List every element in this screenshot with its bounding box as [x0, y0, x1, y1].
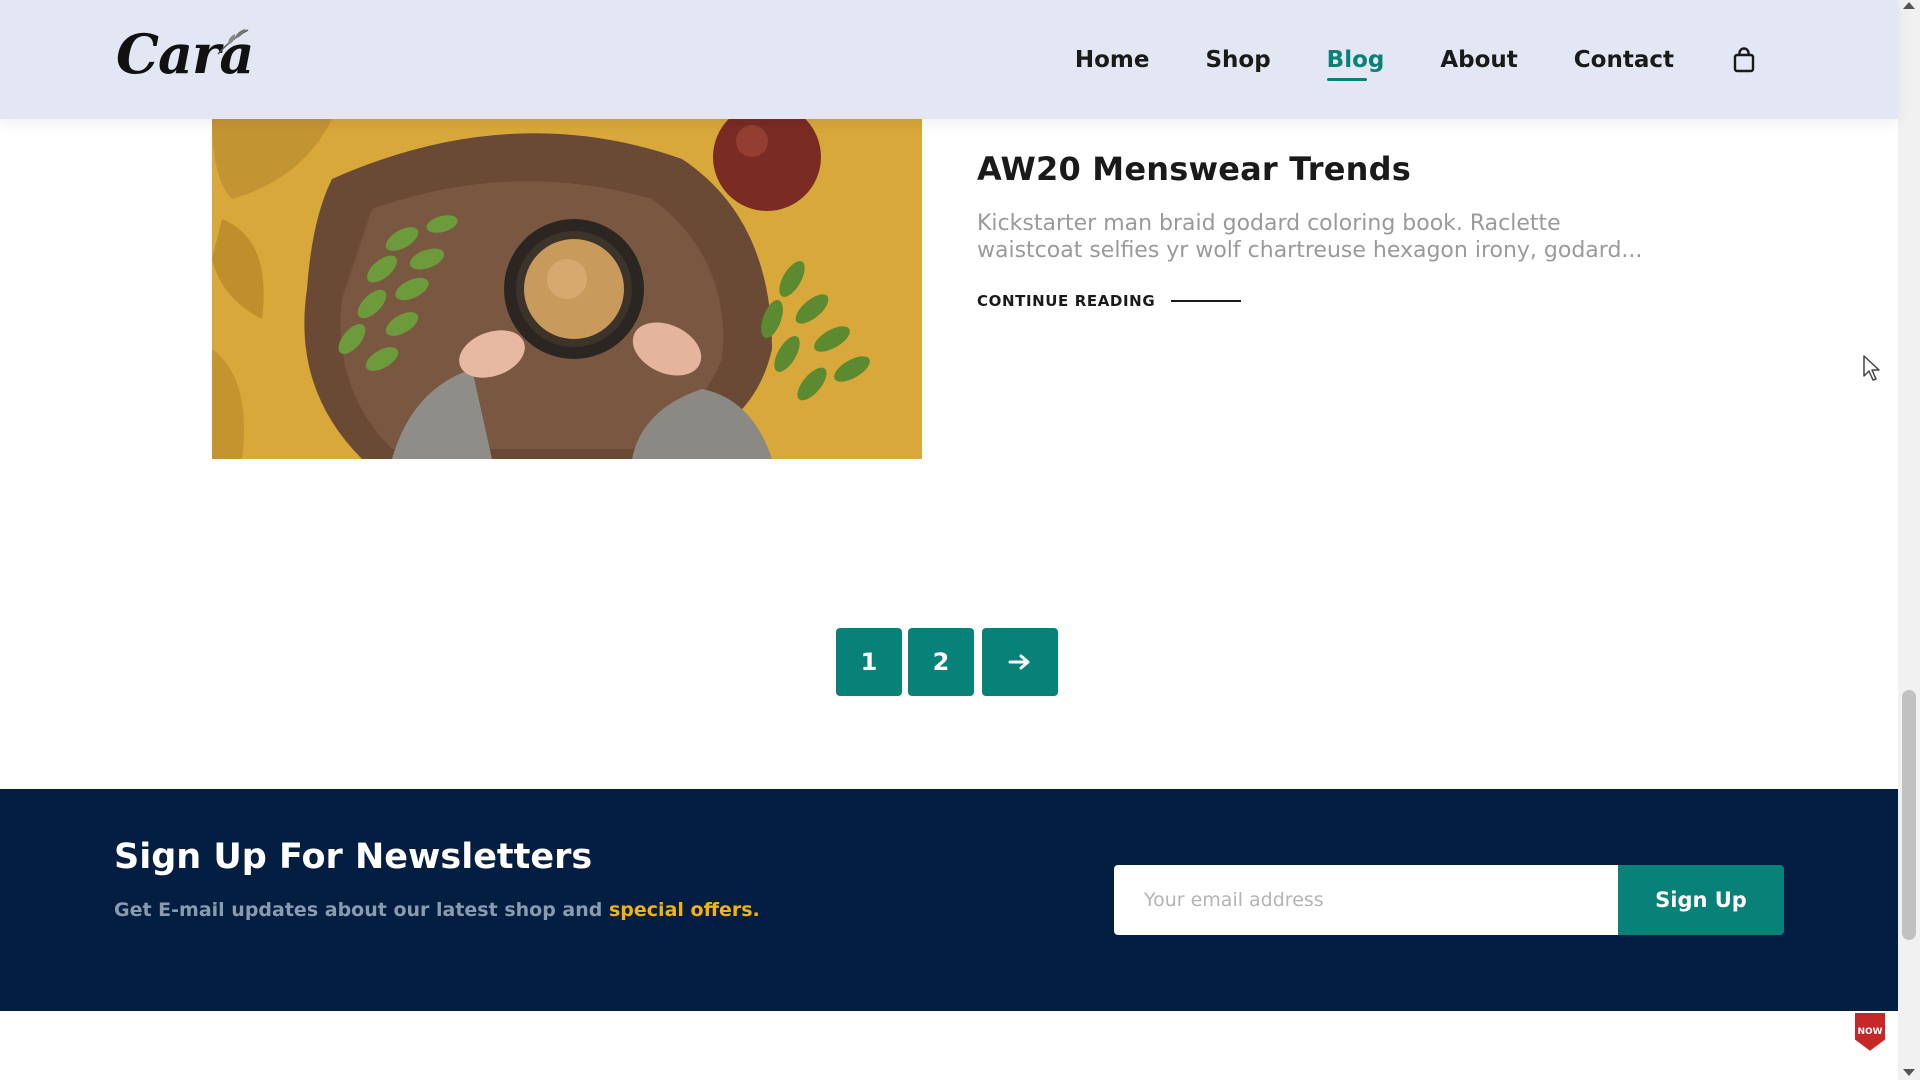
nav-blog[interactable]: Blog: [1326, 47, 1384, 81]
newsletter-title: Sign Up For Newsletters: [114, 837, 593, 877]
nav-shop[interactable]: Shop: [1205, 47, 1270, 73]
scroll-thumb[interactable]: [1902, 690, 1916, 940]
page-button-2[interactable]: 2: [908, 628, 974, 696]
arrow-right-icon: [1008, 654, 1030, 670]
page-scrollbar[interactable]: [1898, 0, 1920, 1080]
badge-text: NOW: [1857, 1027, 1882, 1037]
newsletter-subtitle-text: Get E-mail updates about our latest shop…: [114, 899, 603, 921]
newsletter-subtitle: Get E-mail updates about our latest shop…: [114, 899, 760, 921]
continue-reading-link[interactable]: CONTINUE READING: [977, 292, 1657, 310]
email-input[interactable]: [1114, 865, 1618, 935]
post-title[interactable]: AW20 Menswear Trends: [977, 150, 1657, 188]
scroll-up-arrow-icon[interactable]: [1903, 2, 1915, 9]
next-page-button[interactable]: [982, 628, 1058, 696]
continue-reading-label: CONTINUE READING: [977, 292, 1156, 310]
newsletter-subtitle-highlight: special offers.: [609, 899, 760, 921]
blog-post-content: AW20 Menswear Trends Kickstarter man bra…: [977, 150, 1657, 310]
continue-reading-line: [1171, 300, 1242, 302]
nav-about[interactable]: About: [1440, 47, 1517, 73]
newsletter-form: Sign Up: [1114, 865, 1784, 935]
mouse-cursor-icon: [1863, 355, 1880, 381]
nav-contact[interactable]: Contact: [1574, 47, 1674, 73]
blog-post-image[interactable]: [212, 119, 922, 459]
leaf-icon: [217, 29, 249, 55]
coffee-flatlay-image: [212, 119, 922, 459]
scroll-down-arrow-icon[interactable]: [1903, 1069, 1915, 1076]
page-button-1[interactable]: 1: [836, 628, 902, 696]
main-nav: Home Shop Blog About Contact: [1075, 0, 1758, 119]
site-header: Cara Home Shop Blog About Contact: [0, 0, 1898, 119]
nav-home[interactable]: Home: [1075, 47, 1150, 73]
post-excerpt: Kickstarter man braid godard coloring bo…: [977, 211, 1643, 263]
shopping-bag-icon[interactable]: [1730, 46, 1758, 74]
pagination: 1 2: [836, 628, 1058, 696]
sign-up-button[interactable]: Sign Up: [1618, 865, 1784, 935]
watch-now-badge-icon[interactable]: NOW: [1850, 1008, 1890, 1054]
newsletter-section: Sign Up For Newsletters Get E-mail updat…: [0, 789, 1898, 1011]
